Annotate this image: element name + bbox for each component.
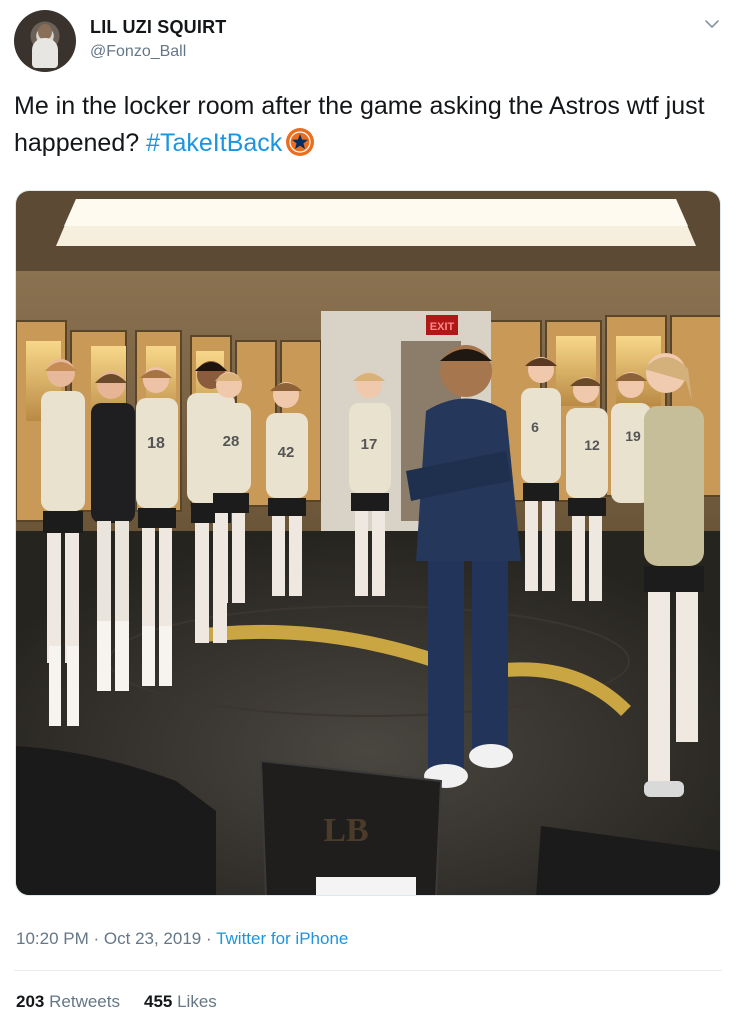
- tweet-source-link[interactable]: Twitter for iPhone: [216, 929, 348, 948]
- tweet-metadata: 10:20 PM · Oct 23, 2019 · Twitter for iP…: [16, 929, 348, 949]
- tweet-photo[interactable]: EXIT 18 28 42 17 6 12 19 LB: [15, 190, 721, 896]
- chevron-down-icon[interactable]: [702, 14, 722, 34]
- tweet-stats: 203 Retweets 455 Likes: [16, 992, 217, 1012]
- meta-separator: ·: [93, 929, 100, 948]
- exit-sign: EXIT: [430, 321, 455, 333]
- retweets-stat[interactable]: 203 Retweets: [16, 992, 120, 1011]
- chair-logo: LB: [323, 812, 368, 849]
- display-name[interactable]: LIL UZI SQUIRT: [90, 17, 226, 38]
- tweet-date[interactable]: Oct 23, 2019: [104, 929, 201, 948]
- tweet-card: LIL UZI SQUIRT @Fonzo_Ball Me in the loc…: [0, 0, 738, 1024]
- user-handle[interactable]: @Fonzo_Ball: [90, 43, 186, 61]
- jersey-number: 17: [361, 436, 378, 453]
- locker-room-photo: EXIT 18 28 42 17 6 12 19 LB: [16, 191, 720, 895]
- tweet-text: Me in the locker room after the game ask…: [14, 88, 726, 162]
- likes-stat[interactable]: 455 Likes: [144, 992, 217, 1011]
- avatar-figure: [32, 38, 58, 68]
- retweets-label: Retweets: [49, 992, 120, 1011]
- meta-separator: ·: [205, 929, 212, 948]
- tweet-body: Me in the locker room after the game ask…: [14, 92, 705, 157]
- jersey-number: 6: [531, 419, 539, 435]
- jersey-number: 18: [147, 435, 165, 452]
- likes-count: 455: [143, 992, 173, 1011]
- hashtag-link[interactable]: #TakeItBack: [146, 129, 282, 157]
- jersey-number: 28: [223, 433, 240, 450]
- retweets-count: 203: [16, 992, 45, 1011]
- likes-label: Likes: [177, 992, 217, 1011]
- jersey-number: 19: [625, 428, 641, 444]
- divider: [14, 970, 722, 971]
- tweet-time[interactable]: 10:20 PM: [16, 929, 89, 948]
- jersey-number: 12: [584, 437, 600, 453]
- profile-avatar[interactable]: [14, 10, 76, 72]
- astros-hashflag-icon: [286, 128, 315, 156]
- jersey-number: 42: [278, 444, 295, 461]
